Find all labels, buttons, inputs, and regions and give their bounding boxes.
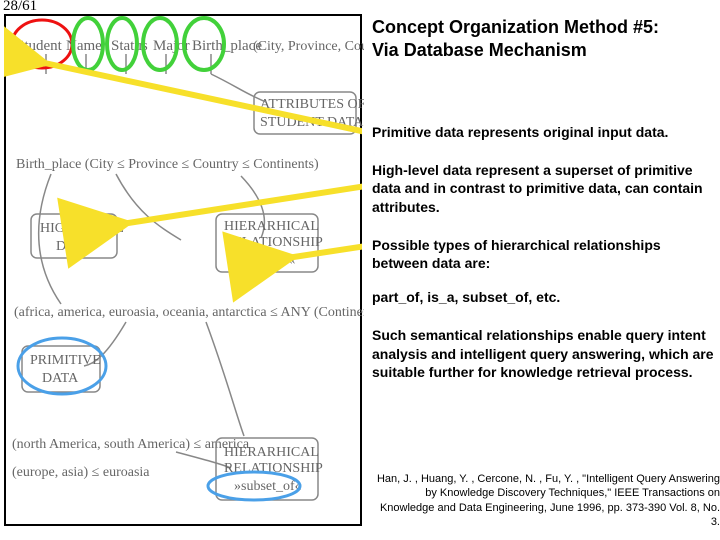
slide-title: Concept Organization Method #5: Via Data… [372,16,718,61]
citation: Han, J. , Huang, Y. , Cercone, N. , Fu, … [370,472,720,529]
yellow-arrow-3 [287,246,362,258]
para-types-list: part_of, is_a, subset_of, etc. [372,288,718,306]
yellow-arrow-2 [122,186,362,224]
green-oval-3 [143,18,177,70]
green-oval-4 [184,18,224,70]
green-oval-2 [107,18,137,70]
yellow-arrow-1 [40,62,362,132]
annotation-overlay [4,14,362,526]
para-types-intro: Possible types of hierarchical relations… [372,236,718,272]
para-semantic: Such semantical relationships enable que… [372,326,718,381]
title-line1: Concept Organization Method #5: [372,17,659,37]
text-column: Concept Organization Method #5: Via Data… [372,16,718,401]
title-line2: Via Database Mechanism [372,40,587,60]
slide-number: 28/61 [3,0,37,15]
para-primitive: Primitive data represents original input… [372,123,718,141]
blue-oval-subset [208,472,300,500]
green-oval-1 [73,18,103,70]
blue-oval-primitive [18,338,106,394]
para-highlevel: High-level data represent a superset of … [372,161,718,216]
